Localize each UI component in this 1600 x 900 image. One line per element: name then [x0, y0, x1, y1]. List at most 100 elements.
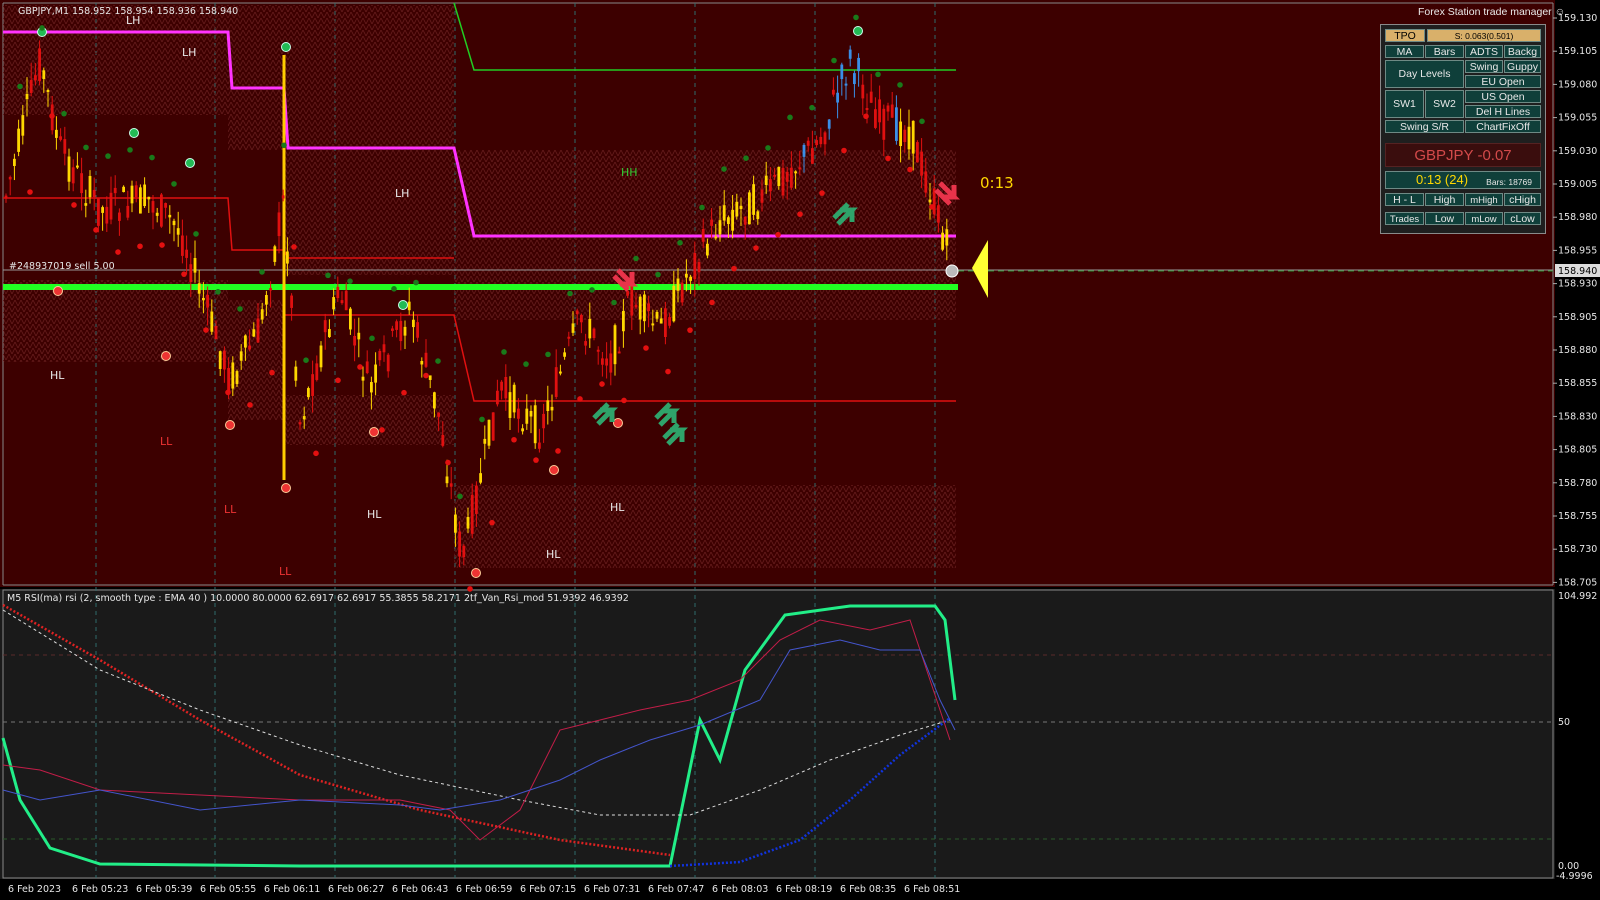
candle-body: [101, 207, 104, 213]
high-button[interactable]: High: [1425, 193, 1464, 206]
adts-button[interactable]: ADTS: [1465, 45, 1503, 58]
fractal-up-dot: [765, 145, 771, 151]
candle-body: [466, 516, 470, 529]
candle-body: [277, 212, 281, 237]
swing-button[interactable]: Swing: [1465, 60, 1503, 73]
indicator-pane-background: [0, 589, 1555, 879]
guppy-button[interactable]: Guppy: [1504, 60, 1541, 73]
candle-body: [760, 189, 764, 203]
us-open-button[interactable]: US Open: [1465, 90, 1541, 103]
candle-body: [143, 184, 146, 207]
fractal-down-dot: [335, 377, 341, 384]
fractal-down-dot: [841, 147, 847, 154]
fractal-down-dot: [731, 265, 737, 272]
candle-body: [924, 171, 928, 193]
candle-body: [638, 296, 642, 320]
swing-low-dot: [613, 418, 623, 428]
fractal-down-dot: [247, 402, 253, 408]
low-button[interactable]: Low: [1425, 212, 1464, 225]
candle-body: [487, 419, 491, 446]
candle-body: [29, 80, 33, 93]
candle-body: [865, 108, 869, 111]
fractal-down-dot: [665, 368, 671, 375]
candle-body: [391, 328, 394, 331]
day-levels-button[interactable]: Day Levels: [1385, 60, 1464, 88]
candle-body: [168, 214, 172, 218]
candle-body: [827, 119, 831, 129]
fractal-up-dot: [655, 271, 661, 278]
fractal-down-dot: [159, 242, 165, 248]
chart-fix-off-button[interactable]: ChartFixOff: [1465, 120, 1541, 133]
candle-body: [361, 376, 365, 381]
trades-button[interactable]: Trades: [1385, 212, 1424, 225]
candle-body: [458, 531, 461, 557]
backg-button[interactable]: Backg: [1504, 45, 1541, 58]
swing-sr-button[interactable]: Swing S/R: [1385, 120, 1464, 133]
swing-low-dot: [369, 427, 379, 437]
candle-body: [542, 413, 545, 429]
fractal-up-dot: [39, 25, 45, 31]
chart-canvas[interactable]: LH LH LH HH HL LL LL HL LL HL HL GBPJPY,…: [0, 0, 1600, 900]
sw1-button[interactable]: SW1: [1385, 90, 1424, 118]
candle-body: [781, 167, 785, 196]
fractal-up-dot: [919, 118, 925, 125]
price-tick-label: 158.955: [1558, 245, 1597, 256]
del-h-lines-button[interactable]: Del H Lines: [1465, 105, 1541, 118]
fractal-down-dot: [137, 243, 143, 250]
fractal-down-dot: [863, 113, 869, 120]
fractal-up-dot: [105, 153, 111, 159]
candle-body: [588, 318, 592, 339]
m-high-button[interactable]: mHigh: [1465, 193, 1503, 206]
candle-body: [454, 514, 457, 533]
eu-open-button[interactable]: EU Open: [1465, 75, 1541, 88]
candle-body: [647, 303, 650, 312]
candle-body: [479, 473, 482, 483]
price-tick-label: 158.930: [1558, 279, 1597, 290]
candle-body: [521, 428, 524, 432]
swing-high-dot: [281, 42, 291, 52]
fractal-down-dot: [621, 397, 627, 404]
fractal-up-dot: [567, 290, 573, 297]
fractal-up-dot: [501, 349, 507, 355]
candle-body: [903, 129, 907, 143]
price-tick-label: 158.880: [1558, 345, 1597, 356]
candle-body: [4, 195, 8, 199]
candle-body: [202, 297, 205, 301]
sw2-button[interactable]: SW2: [1425, 90, 1464, 118]
candle-body: [181, 235, 184, 256]
candle-body: [420, 360, 424, 365]
candle-body: [798, 167, 802, 170]
candle-body: [193, 258, 197, 273]
candle-body: [113, 187, 117, 194]
swing-high-dot: [398, 300, 408, 310]
bars-button[interactable]: Bars: [1425, 45, 1464, 58]
h-l-button[interactable]: H - L: [1385, 193, 1424, 206]
candle-body: [748, 192, 751, 225]
time-tick-label: 6 Feb 07:47: [648, 884, 704, 895]
candle-body: [164, 203, 167, 208]
candle-body: [349, 308, 352, 330]
m-low-button[interactable]: mLow: [1465, 212, 1503, 225]
time-tick-label: 6 Feb 07:31: [584, 884, 640, 895]
candle-body: [344, 290, 348, 311]
price-tick-label: 158.730: [1558, 544, 1597, 555]
candle-body: [554, 367, 558, 397]
fractal-down-dot: [71, 202, 77, 208]
candle-body: [575, 310, 579, 315]
candle-body: [920, 151, 923, 176]
fractal-down-dot: [511, 436, 517, 443]
candle-body: [857, 57, 860, 72]
c-high-button[interactable]: cHigh: [1504, 193, 1541, 206]
timer-value: 0:13 (24): [1416, 172, 1469, 187]
time-tick-label: 6 Feb 05:55: [200, 884, 256, 895]
c-low-button[interactable]: cLow: [1504, 212, 1541, 225]
bars-count: Bars: 18769: [1486, 177, 1532, 187]
candle-body: [433, 392, 436, 409]
candle-body: [722, 205, 726, 221]
ma-button[interactable]: MA: [1385, 45, 1424, 58]
candle-body: [622, 310, 625, 332]
candle-body: [752, 184, 755, 215]
fractal-down-dot: [181, 271, 187, 277]
spread-button[interactable]: S: 0.063(0.501): [1427, 29, 1541, 42]
tpo-button[interactable]: TPO: [1385, 29, 1425, 42]
